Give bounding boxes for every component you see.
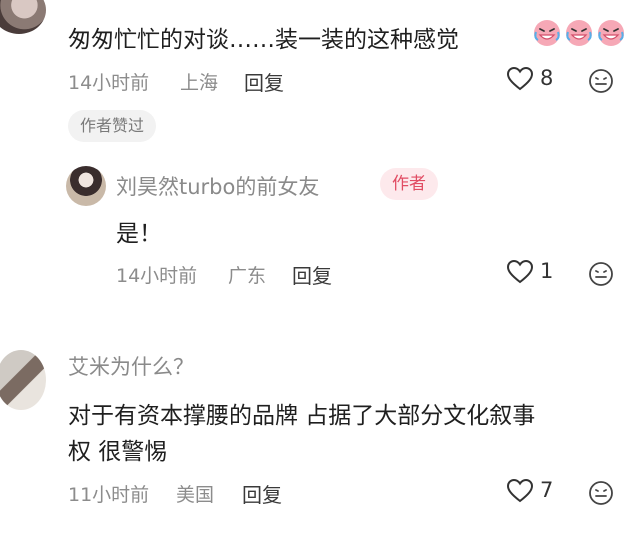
username[interactable]: 刘昊然turbo的前女友 bbox=[116, 171, 319, 201]
crying-laughing-emoji-icon bbox=[534, 20, 560, 46]
emoji-reaction-icon[interactable] bbox=[588, 68, 614, 94]
like-count: 1 bbox=[540, 259, 554, 283]
like-count: 8 bbox=[540, 66, 554, 90]
crying-laughing-emoji-icon bbox=[598, 20, 624, 46]
comment-location: 美国 bbox=[176, 484, 215, 506]
avatar[interactable] bbox=[66, 166, 106, 206]
heart-icon[interactable] bbox=[506, 259, 534, 285]
comment-time: 14小时前 bbox=[116, 265, 198, 287]
username[interactable]: 艾米为什么？ bbox=[68, 351, 194, 381]
reply-button[interactable]: 回复 bbox=[244, 67, 284, 96]
author-liked-badge: 作者赞过 bbox=[68, 110, 157, 142]
comment-text-line: 权 很警惕 bbox=[68, 439, 168, 465]
crying-laughing-emoji-icon bbox=[566, 20, 592, 46]
comment-text: 匆匆忙忙的对谈……装一装的这种感觉 bbox=[68, 27, 459, 53]
comment-location: 上海 bbox=[180, 72, 219, 94]
comment-text: 是！ bbox=[116, 221, 162, 247]
comment-time: 11小时前 bbox=[68, 484, 150, 506]
reply-button[interactable]: 回复 bbox=[242, 479, 282, 508]
reply-button[interactable]: 回复 bbox=[292, 260, 332, 289]
emoji-reaction-icon[interactable] bbox=[588, 480, 614, 506]
heart-icon[interactable] bbox=[506, 478, 534, 504]
comment-text-line: 对于有资本撑腰的品牌 占据了大部分文化叙事 bbox=[68, 403, 536, 429]
heart-icon[interactable] bbox=[506, 66, 534, 92]
comment-location: 广东 bbox=[228, 265, 267, 287]
like-count: 7 bbox=[540, 478, 554, 502]
author-badge: 作者 bbox=[380, 168, 438, 200]
comment-time: 14小时前 bbox=[68, 72, 150, 94]
emoji-reaction-icon[interactable] bbox=[588, 261, 614, 287]
avatar[interactable] bbox=[0, 0, 46, 34]
avatar[interactable] bbox=[0, 350, 46, 410]
